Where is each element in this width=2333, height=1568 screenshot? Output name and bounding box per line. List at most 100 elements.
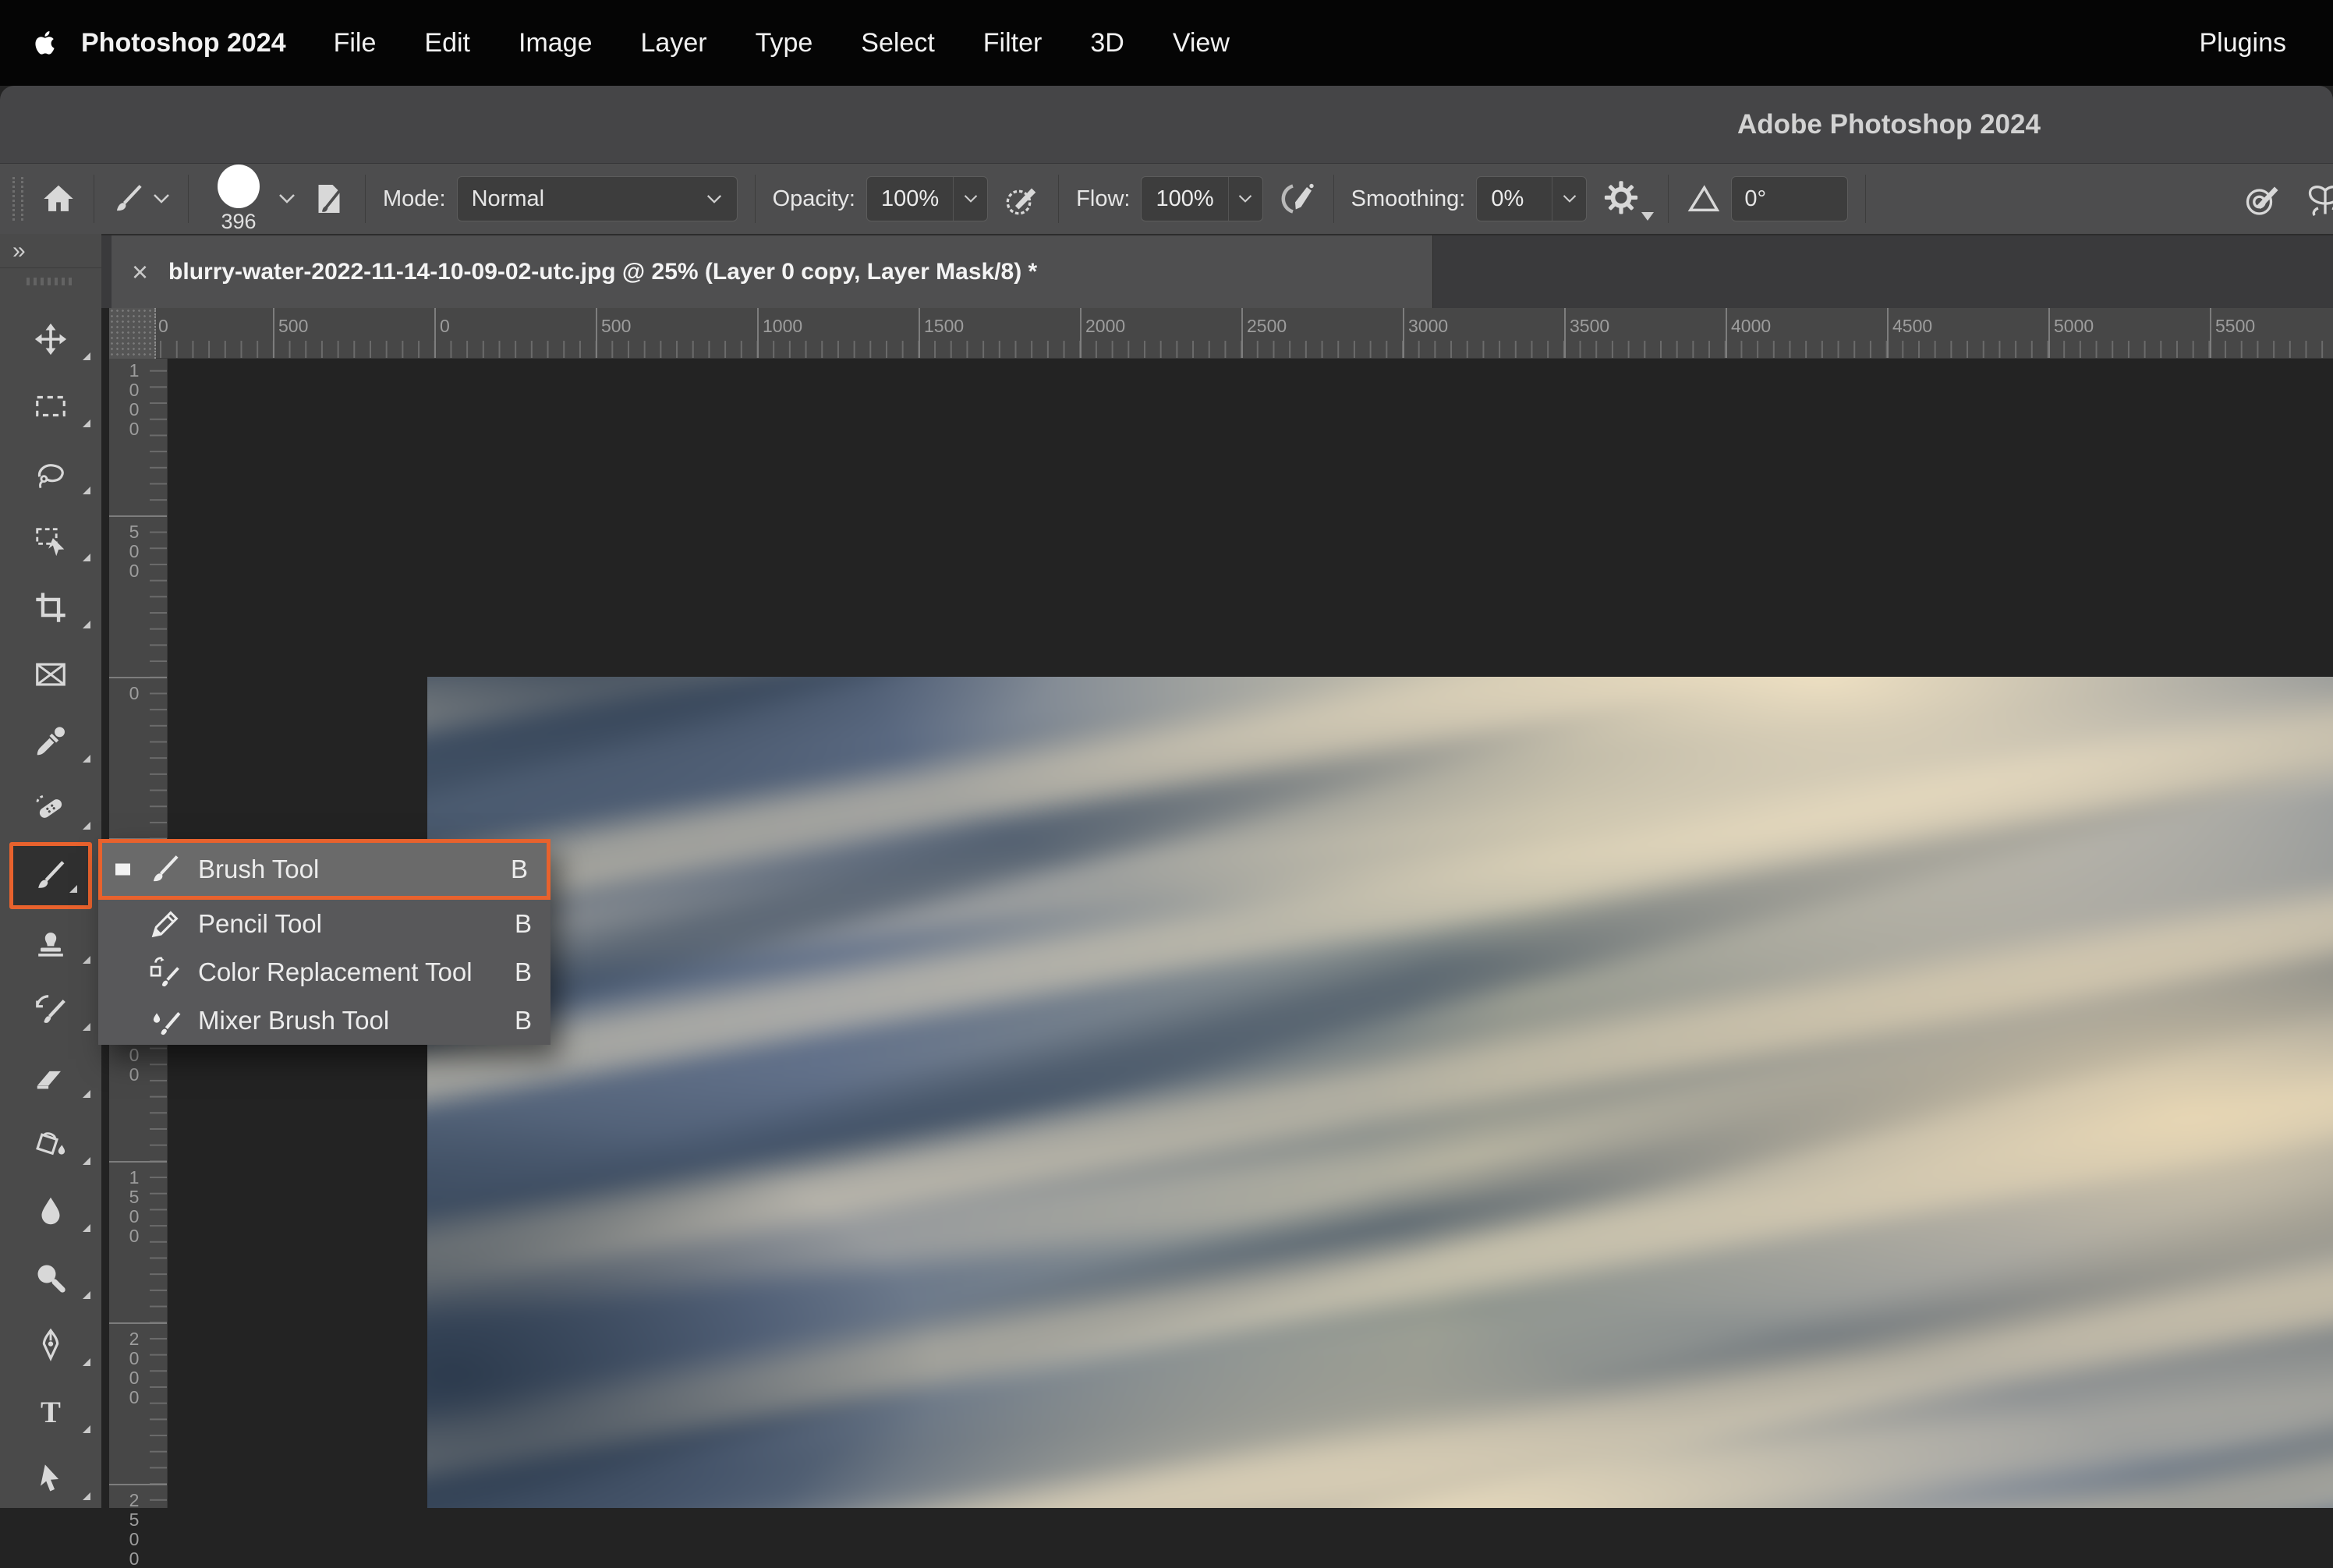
tool-rectangular-marquee[interactable] xyxy=(0,373,101,440)
brush-tip-preview xyxy=(218,165,260,208)
tool-flyout-indicator xyxy=(83,1358,90,1366)
paint-symmetry-butterfly-icon[interactable] xyxy=(2306,182,2333,220)
blend-mode-value: Normal xyxy=(472,186,706,212)
flyout-item-pencil-tool[interactable]: Pencil Tool B xyxy=(98,900,551,948)
ruler-label: 5500 xyxy=(2215,316,2255,337)
smoothing-chevron-icon[interactable] xyxy=(1552,177,1586,221)
tool-frame[interactable] xyxy=(0,641,101,708)
menu-item-plugins[interactable]: Plugins xyxy=(2199,28,2286,58)
horizontal-ruler[interactable]: 0 500 0 500 1000 1500 2000 2500 3000 350… xyxy=(109,308,2333,359)
tool-eraser[interactable] xyxy=(0,1043,101,1110)
ruler-label: 500 xyxy=(278,316,308,337)
menu-bar: Photoshop 2024 File Edit Image Layer Typ… xyxy=(0,0,2333,86)
ruler-label: 2500 xyxy=(1247,316,1287,337)
flow-chevron-icon[interactable] xyxy=(1228,177,1262,221)
ruler-label: 2000 xyxy=(1085,316,1125,337)
tool-object-selection[interactable] xyxy=(0,507,101,574)
tool-path-selection[interactable] xyxy=(0,1446,101,1513)
opacity-field[interactable]: 100% xyxy=(866,176,988,221)
flyout-item-shortcut: B xyxy=(515,909,532,939)
flow-value: 100% xyxy=(1142,177,1227,221)
tool-flyout-indicator xyxy=(83,755,90,763)
menu-item-layer[interactable]: Layer xyxy=(641,28,707,58)
tool-clone-stamp[interactable] xyxy=(0,909,101,976)
smoothing-label: Smoothing: xyxy=(1351,186,1466,212)
tool-flyout-indicator xyxy=(83,1157,90,1165)
ruler-label: 2500 xyxy=(123,1490,144,1568)
tool-preset-chevron-icon[interactable] xyxy=(152,193,171,205)
options-bar-grip[interactable] xyxy=(12,177,23,221)
tab-bar: × blurry-water-2022-11-14-10-09-02-utc.j… xyxy=(101,235,2333,308)
flow-field[interactable]: 100% xyxy=(1141,176,1262,221)
menu-item-edit[interactable]: Edit xyxy=(424,28,470,58)
mixer-brush-icon xyxy=(148,1003,182,1038)
tools-panel-grip[interactable] xyxy=(27,278,75,285)
tool-crop[interactable] xyxy=(0,574,101,641)
tool-lasso[interactable] xyxy=(0,440,101,507)
menu-item-view[interactable]: View xyxy=(1173,28,1230,58)
home-icon[interactable] xyxy=(41,181,76,217)
tool-history-brush[interactable] xyxy=(0,976,101,1043)
tool-preset-brush-icon[interactable] xyxy=(112,182,146,216)
tool-move[interactable] xyxy=(0,306,101,373)
ruler-label: 1000 xyxy=(123,360,144,438)
brush-tool-flyout-menu: Brush Tool B Pencil Tool B Color Replace… xyxy=(98,839,551,1045)
tool-flyout-indicator xyxy=(83,1224,90,1232)
tool-flyout-indicator xyxy=(83,1291,90,1299)
pressure-size-icon[interactable] xyxy=(2244,181,2282,218)
ruler-label: 3000 xyxy=(1408,316,1448,337)
flyout-item-mixer-brush-tool[interactable]: Mixer Brush Tool B xyxy=(98,996,551,1045)
tool-flyout-indicator xyxy=(83,487,90,494)
document-tab[interactable]: × blurry-water-2022-11-14-10-09-02-utc.j… xyxy=(112,235,1433,308)
smoothing-options-gear-icon[interactable] xyxy=(1601,179,1641,219)
blend-mode-select[interactable]: Normal xyxy=(457,176,738,221)
tool-blur[interactable] xyxy=(0,1177,101,1244)
tool-flyout-indicator xyxy=(83,352,90,360)
document-image-blurry-water[interactable] xyxy=(427,677,2333,1508)
flyout-item-label: Brush Tool xyxy=(198,855,319,884)
pencil-icon xyxy=(148,907,182,941)
tool-spot-healing-brush[interactable] xyxy=(0,775,101,842)
menu-item-filter[interactable]: Filter xyxy=(983,28,1043,58)
tool-type[interactable]: T xyxy=(0,1379,101,1446)
brush-settings-panel-icon[interactable] xyxy=(310,180,348,218)
apple-logo-icon[interactable] xyxy=(31,29,59,57)
tool-paint-bucket[interactable] xyxy=(0,1110,101,1177)
tool-flyout-indicator xyxy=(83,1492,90,1500)
tool-eyedropper[interactable] xyxy=(0,708,101,775)
brush-picker-chevron-icon[interactable] xyxy=(278,193,296,205)
menu-item-type[interactable]: Type xyxy=(756,28,813,58)
ruler-label: 500 xyxy=(123,522,144,580)
smoothing-field[interactable]: 0% xyxy=(1476,176,1587,221)
menu-app-name[interactable]: Photoshop 2024 xyxy=(81,28,286,58)
menu-item-image[interactable]: Image xyxy=(519,28,593,58)
opacity-chevron-icon[interactable] xyxy=(953,177,987,221)
tool-flyout-indicator xyxy=(83,554,90,561)
tool-flyout-indicator xyxy=(69,885,77,893)
flyout-item-label: Pencil Tool xyxy=(198,909,322,939)
ruler-label: 3500 xyxy=(1570,316,1609,337)
tools-panel-collapse[interactable]: » xyxy=(0,234,101,268)
airbrush-icon[interactable] xyxy=(1279,180,1316,218)
brush-preset-picker[interactable]: 396 xyxy=(206,165,271,234)
menu-item-select[interactable]: Select xyxy=(861,28,935,58)
current-tool-indicator xyxy=(115,864,130,876)
menu-item-file[interactable]: File xyxy=(334,28,377,58)
flyout-item-brush-tool[interactable]: Brush Tool B xyxy=(98,839,551,900)
tool-pen[interactable] xyxy=(0,1311,101,1379)
tab-close-icon[interactable]: × xyxy=(132,256,148,288)
brush-angle-field[interactable]: 0° xyxy=(1731,176,1848,221)
flyout-item-label: Color Replacement Tool xyxy=(198,957,473,987)
flyout-item-shortcut: B xyxy=(515,957,532,987)
ruler-label: 1000 xyxy=(763,316,802,337)
window-title: Adobe Photoshop 2024 xyxy=(1737,109,2041,140)
tool-dodge[interactable] xyxy=(0,1244,101,1311)
menu-item-3d[interactable]: 3D xyxy=(1090,28,1124,58)
ruler-origin-corner[interactable] xyxy=(109,308,156,359)
tool-brush[interactable] xyxy=(9,842,92,909)
flyout-item-shortcut: B xyxy=(511,855,528,884)
tools-panel: » xyxy=(0,234,101,1508)
window-title-bar: Adobe Photoshop 2024 xyxy=(0,86,2333,164)
flyout-item-color-replacement-tool[interactable]: Color Replacement Tool B xyxy=(98,948,551,996)
pressure-opacity-icon[interactable] xyxy=(1004,180,1041,218)
